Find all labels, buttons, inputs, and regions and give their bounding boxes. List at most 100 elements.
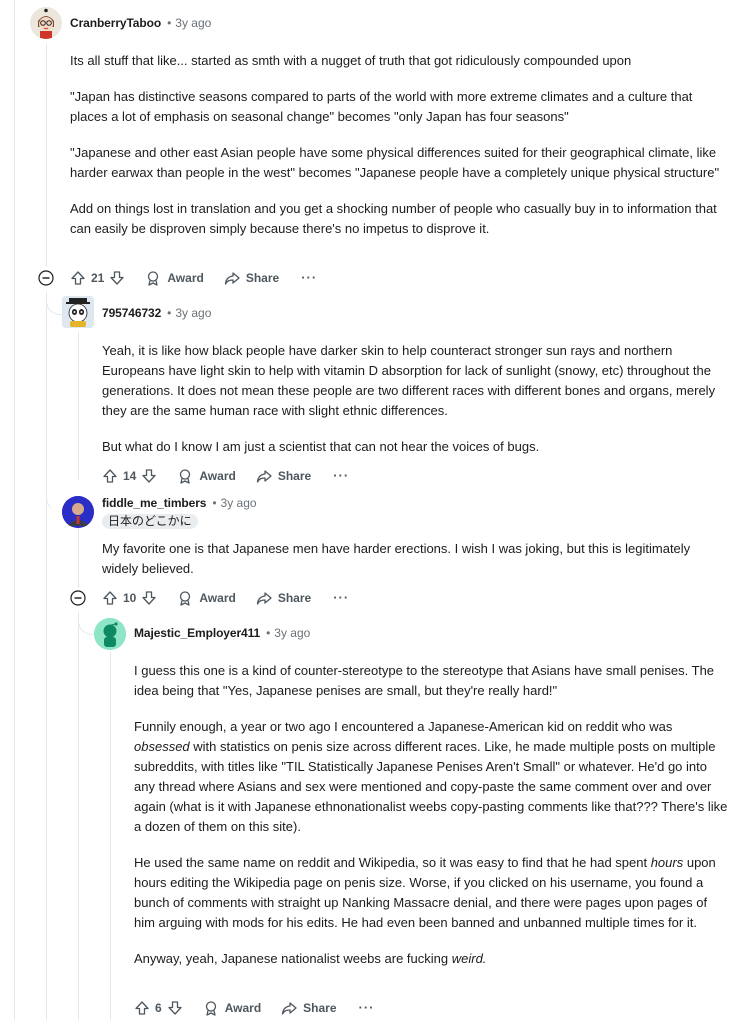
emphasis-text: obsessed bbox=[134, 739, 190, 754]
share-icon bbox=[256, 470, 272, 483]
emphasis-text: hours bbox=[650, 855, 684, 870]
thread-elbow-795 bbox=[46, 292, 63, 315]
share-label: Share bbox=[277, 591, 312, 605]
share-label: Share bbox=[245, 271, 280, 285]
vote-count: 10 bbox=[123, 591, 137, 605]
comment-actions: 14 Award Share ··· bbox=[102, 464, 349, 488]
thread-line-795[interactable] bbox=[78, 332, 79, 480]
comment-paragraph: Its all stuff that like... started as sm… bbox=[70, 53, 632, 68]
upvote-button[interactable] bbox=[134, 1000, 150, 1016]
comment-header: fiddle_me_timbers • 3y ago bbox=[102, 493, 257, 513]
award-button[interactable]: Award bbox=[145, 270, 204, 286]
author-name[interactable]: fiddle_me_timbers bbox=[102, 496, 206, 510]
award-label: Award bbox=[224, 1001, 262, 1015]
snoo-avatar-icon bbox=[94, 618, 126, 650]
comment-header: 795746732 • 3y ago bbox=[102, 303, 211, 323]
author-name[interactable]: Majestic_Employer411 bbox=[134, 626, 260, 640]
avatar[interactable] bbox=[62, 496, 94, 528]
award-button[interactable]: Award bbox=[203, 1000, 261, 1016]
author-name[interactable]: CranberryTaboo bbox=[70, 16, 161, 30]
downvote-icon bbox=[110, 271, 125, 285]
thread-line-majestic[interactable] bbox=[110, 652, 111, 1020]
share-icon bbox=[224, 272, 240, 285]
share-button[interactable]: Share bbox=[281, 1000, 337, 1016]
award-button[interactable]: Award bbox=[177, 468, 236, 484]
award-label: Award bbox=[167, 271, 204, 285]
share-button[interactable]: Share bbox=[256, 468, 311, 484]
comment-paragraph: Funnily enough, a year or two ago I enco… bbox=[134, 719, 728, 834]
comment-paragraph: He used the same name on reddit and Wiki… bbox=[134, 855, 716, 930]
thread-line-outer[interactable] bbox=[14, 0, 15, 1020]
comment-header: CranberryTaboo • 3y ago bbox=[70, 13, 211, 33]
award-icon bbox=[180, 469, 191, 484]
collapse-button[interactable] bbox=[38, 270, 54, 286]
comment-paragraph: Anyway, yeah, Japanese nationalist weebs… bbox=[134, 951, 487, 966]
share-icon bbox=[282, 1002, 297, 1015]
avatar[interactable] bbox=[94, 618, 126, 650]
award-icon bbox=[205, 1001, 216, 1016]
comment-age[interactable]: 3y ago bbox=[175, 16, 211, 30]
comment-paragraph: But what do I know I am just a scientist… bbox=[102, 439, 540, 454]
vote-count: 6 bbox=[155, 1001, 162, 1015]
downvote-icon bbox=[168, 1001, 182, 1015]
thread-line-fiddle-cont[interactable] bbox=[78, 612, 79, 1020]
more-options-button[interactable]: ··· bbox=[359, 1001, 375, 1014]
separator-dot: • bbox=[167, 306, 172, 320]
award-icon bbox=[180, 591, 191, 606]
downvote-icon bbox=[142, 591, 157, 605]
collapse-button[interactable] bbox=[70, 590, 86, 606]
share-label: Share bbox=[277, 469, 312, 483]
upvote-icon bbox=[103, 591, 117, 605]
user-flair: 日本のどこかに bbox=[102, 514, 198, 529]
downvote-button[interactable] bbox=[167, 1000, 183, 1016]
thread-elbow-fiddle bbox=[46, 470, 63, 512]
separator-dot: • bbox=[266, 626, 271, 640]
comment-age[interactable]: 3y ago bbox=[221, 496, 257, 510]
comment-header: Majestic_Employer411 • 3y ago bbox=[134, 623, 310, 643]
comment-actions: 21 Award Share ··· bbox=[70, 266, 317, 290]
upvote-icon bbox=[135, 1001, 149, 1015]
comment-paragraph: Yeah, it is like how black people have d… bbox=[102, 343, 716, 418]
comment-actions: 10 Award Share ··· bbox=[102, 586, 349, 610]
avatar[interactable] bbox=[30, 7, 62, 39]
comment-actions: 6 Award Share ··· bbox=[134, 996, 375, 1020]
more-options-button[interactable]: ··· bbox=[301, 271, 317, 284]
author-name[interactable]: 795746732 bbox=[102, 306, 161, 320]
thread-line-fiddle[interactable] bbox=[78, 528, 79, 588]
more-options-button[interactable]: ··· bbox=[333, 591, 349, 604]
emphasis-text: weird. bbox=[451, 951, 487, 966]
vote-count: 21 bbox=[91, 271, 105, 285]
award-icon bbox=[148, 271, 159, 286]
share-button[interactable]: Share bbox=[224, 270, 279, 286]
comment-paragraph: "Japan has distinctive seasons compared … bbox=[70, 89, 693, 124]
downvote-button[interactable] bbox=[109, 270, 125, 286]
share-icon bbox=[256, 592, 272, 605]
comment-paragraph: "Japanese and other east Asian people ha… bbox=[70, 145, 720, 180]
comment-paragraph: I guess this one is a kind of counter-st… bbox=[134, 663, 715, 698]
upvote-button[interactable] bbox=[102, 468, 118, 484]
comment-body: I guess this one is a kind of counter-st… bbox=[134, 661, 728, 985]
award-button[interactable]: Award bbox=[177, 590, 236, 606]
share-button[interactable]: Share bbox=[256, 590, 311, 606]
upvote-button[interactable] bbox=[102, 590, 118, 606]
minus-circle-icon bbox=[70, 590, 86, 606]
comment-age[interactable]: 3y ago bbox=[175, 306, 211, 320]
downvote-button[interactable] bbox=[141, 468, 157, 484]
downvote-button[interactable] bbox=[141, 590, 157, 606]
panda-avatar-icon bbox=[62, 296, 94, 328]
thread-line-cranberry[interactable] bbox=[46, 44, 47, 266]
upvote-icon bbox=[71, 271, 85, 285]
thread-line-cranberry-cont[interactable] bbox=[46, 292, 47, 1020]
award-label: Award bbox=[199, 591, 236, 605]
profile-photo-icon bbox=[62, 496, 94, 528]
award-label: Award bbox=[199, 469, 236, 483]
upvote-button[interactable] bbox=[70, 270, 86, 286]
upvote-icon bbox=[103, 469, 117, 483]
more-options-button[interactable]: ··· bbox=[333, 469, 349, 482]
separator-dot: • bbox=[212, 496, 217, 510]
share-label: Share bbox=[303, 1001, 337, 1015]
minus-circle-icon bbox=[38, 270, 54, 286]
comment-body: Its all stuff that like... started as sm… bbox=[70, 51, 730, 255]
avatar[interactable] bbox=[62, 296, 94, 328]
comment-age[interactable]: 3y ago bbox=[274, 626, 310, 640]
